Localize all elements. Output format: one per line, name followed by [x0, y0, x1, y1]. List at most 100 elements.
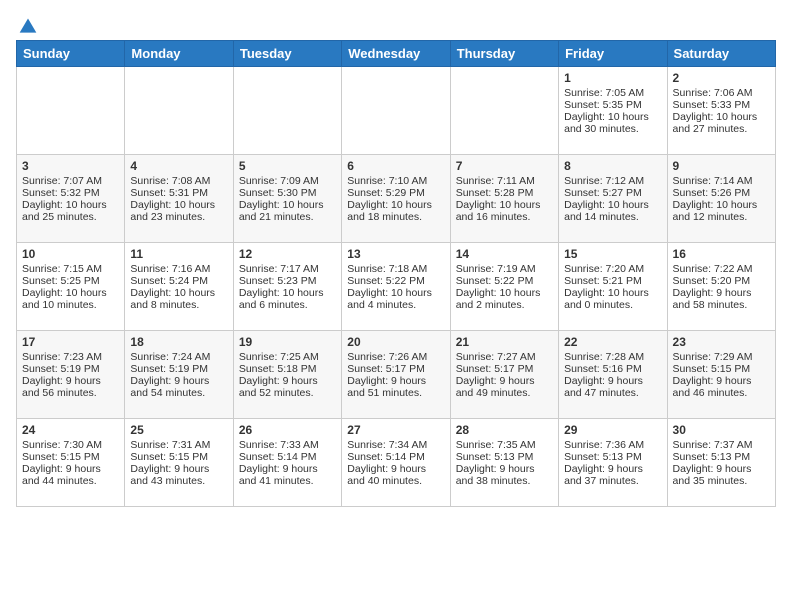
sunset-text: Sunset: 5:16 PM: [564, 363, 661, 375]
day-number: 21: [456, 335, 553, 349]
day-cell: 3 Sunrise: 7:07 AM Sunset: 5:32 PM Dayli…: [17, 155, 125, 243]
sunset-text: Sunset: 5:13 PM: [564, 451, 661, 463]
day-cell: [233, 67, 341, 155]
day-cell: 7 Sunrise: 7:11 AM Sunset: 5:28 PM Dayli…: [450, 155, 558, 243]
calendar-table: SundayMondayTuesdayWednesdayThursdayFrid…: [16, 40, 776, 507]
sunset-text: Sunset: 5:13 PM: [456, 451, 553, 463]
day-cell: 29 Sunrise: 7:36 AM Sunset: 5:13 PM Dayl…: [559, 419, 667, 507]
sunrise-text: Sunrise: 7:07 AM: [22, 175, 119, 187]
day-cell: 27 Sunrise: 7:34 AM Sunset: 5:14 PM Dayl…: [342, 419, 450, 507]
sunrise-text: Sunrise: 7:06 AM: [673, 87, 770, 99]
daylight-text: Daylight: 10 hours and 23 minutes.: [130, 199, 227, 223]
sunset-text: Sunset: 5:21 PM: [564, 275, 661, 287]
sunset-text: Sunset: 5:13 PM: [673, 451, 770, 463]
sunset-text: Sunset: 5:29 PM: [347, 187, 444, 199]
sunset-text: Sunset: 5:35 PM: [564, 99, 661, 111]
daylight-text: Daylight: 9 hours and 35 minutes.: [673, 463, 770, 487]
day-number: 5: [239, 159, 336, 173]
calendar-container: SundayMondayTuesdayWednesdayThursdayFrid…: [0, 0, 792, 517]
day-number: 3: [22, 159, 119, 173]
daylight-text: Daylight: 9 hours and 44 minutes.: [22, 463, 119, 487]
sunset-text: Sunset: 5:23 PM: [239, 275, 336, 287]
day-number: 11: [130, 247, 227, 261]
sunrise-text: Sunrise: 7:10 AM: [347, 175, 444, 187]
sunset-text: Sunset: 5:19 PM: [130, 363, 227, 375]
daylight-text: Daylight: 10 hours and 14 minutes.: [564, 199, 661, 223]
daylight-text: Daylight: 9 hours and 38 minutes.: [456, 463, 553, 487]
sunset-text: Sunset: 5:15 PM: [22, 451, 119, 463]
sunrise-text: Sunrise: 7:12 AM: [564, 175, 661, 187]
week-row-3: 10 Sunrise: 7:15 AM Sunset: 5:25 PM Dayl…: [17, 243, 776, 331]
header: [16, 16, 776, 32]
sunrise-text: Sunrise: 7:36 AM: [564, 439, 661, 451]
weekday-header-friday: Friday: [559, 41, 667, 67]
day-number: 8: [564, 159, 661, 173]
day-cell: 12 Sunrise: 7:17 AM Sunset: 5:23 PM Dayl…: [233, 243, 341, 331]
day-number: 24: [22, 423, 119, 437]
day-number: 23: [673, 335, 770, 349]
day-number: 12: [239, 247, 336, 261]
day-number: 2: [673, 71, 770, 85]
sunrise-text: Sunrise: 7:05 AM: [564, 87, 661, 99]
daylight-text: Daylight: 9 hours and 52 minutes.: [239, 375, 336, 399]
day-number: 30: [673, 423, 770, 437]
day-cell: 5 Sunrise: 7:09 AM Sunset: 5:30 PM Dayli…: [233, 155, 341, 243]
day-number: 7: [456, 159, 553, 173]
week-row-2: 3 Sunrise: 7:07 AM Sunset: 5:32 PM Dayli…: [17, 155, 776, 243]
day-number: 19: [239, 335, 336, 349]
day-cell: 14 Sunrise: 7:19 AM Sunset: 5:22 PM Dayl…: [450, 243, 558, 331]
daylight-text: Daylight: 9 hours and 37 minutes.: [564, 463, 661, 487]
day-number: 15: [564, 247, 661, 261]
sunset-text: Sunset: 5:17 PM: [456, 363, 553, 375]
day-number: 13: [347, 247, 444, 261]
sunset-text: Sunset: 5:30 PM: [239, 187, 336, 199]
sunrise-text: Sunrise: 7:30 AM: [22, 439, 119, 451]
daylight-text: Daylight: 10 hours and 30 minutes.: [564, 111, 661, 135]
weekday-header-row: SundayMondayTuesdayWednesdayThursdayFrid…: [17, 41, 776, 67]
sunrise-text: Sunrise: 7:27 AM: [456, 351, 553, 363]
weekday-header-monday: Monday: [125, 41, 233, 67]
daylight-text: Daylight: 10 hours and 21 minutes.: [239, 199, 336, 223]
week-row-1: 1 Sunrise: 7:05 AM Sunset: 5:35 PM Dayli…: [17, 67, 776, 155]
weekday-header-sunday: Sunday: [17, 41, 125, 67]
sunset-text: Sunset: 5:18 PM: [239, 363, 336, 375]
day-cell: 18 Sunrise: 7:24 AM Sunset: 5:19 PM Dayl…: [125, 331, 233, 419]
sunset-text: Sunset: 5:27 PM: [564, 187, 661, 199]
day-cell: 13 Sunrise: 7:18 AM Sunset: 5:22 PM Dayl…: [342, 243, 450, 331]
day-cell: 22 Sunrise: 7:28 AM Sunset: 5:16 PM Dayl…: [559, 331, 667, 419]
day-number: 4: [130, 159, 227, 173]
daylight-text: Daylight: 10 hours and 2 minutes.: [456, 287, 553, 311]
day-cell: 19 Sunrise: 7:25 AM Sunset: 5:18 PM Dayl…: [233, 331, 341, 419]
sunrise-text: Sunrise: 7:11 AM: [456, 175, 553, 187]
day-cell: 1 Sunrise: 7:05 AM Sunset: 5:35 PM Dayli…: [559, 67, 667, 155]
day-number: 1: [564, 71, 661, 85]
sunset-text: Sunset: 5:19 PM: [22, 363, 119, 375]
day-number: 22: [564, 335, 661, 349]
daylight-text: Daylight: 10 hours and 10 minutes.: [22, 287, 119, 311]
day-cell: 11 Sunrise: 7:16 AM Sunset: 5:24 PM Dayl…: [125, 243, 233, 331]
sunset-text: Sunset: 5:15 PM: [130, 451, 227, 463]
day-number: 14: [456, 247, 553, 261]
day-number: 17: [22, 335, 119, 349]
day-cell: 8 Sunrise: 7:12 AM Sunset: 5:27 PM Dayli…: [559, 155, 667, 243]
daylight-text: Daylight: 10 hours and 8 minutes.: [130, 287, 227, 311]
day-cell: 16 Sunrise: 7:22 AM Sunset: 5:20 PM Dayl…: [667, 243, 775, 331]
daylight-text: Daylight: 9 hours and 51 minutes.: [347, 375, 444, 399]
daylight-text: Daylight: 10 hours and 12 minutes.: [673, 199, 770, 223]
day-cell: 2 Sunrise: 7:06 AM Sunset: 5:33 PM Dayli…: [667, 67, 775, 155]
daylight-text: Daylight: 9 hours and 40 minutes.: [347, 463, 444, 487]
logo: [16, 16, 38, 32]
week-row-4: 17 Sunrise: 7:23 AM Sunset: 5:19 PM Dayl…: [17, 331, 776, 419]
day-cell: 4 Sunrise: 7:08 AM Sunset: 5:31 PM Dayli…: [125, 155, 233, 243]
sunrise-text: Sunrise: 7:19 AM: [456, 263, 553, 275]
daylight-text: Daylight: 9 hours and 56 minutes.: [22, 375, 119, 399]
sunset-text: Sunset: 5:33 PM: [673, 99, 770, 111]
day-cell: [125, 67, 233, 155]
daylight-text: Daylight: 10 hours and 16 minutes.: [456, 199, 553, 223]
day-cell: 21 Sunrise: 7:27 AM Sunset: 5:17 PM Dayl…: [450, 331, 558, 419]
day-cell: 25 Sunrise: 7:31 AM Sunset: 5:15 PM Dayl…: [125, 419, 233, 507]
sunset-text: Sunset: 5:20 PM: [673, 275, 770, 287]
daylight-text: Daylight: 9 hours and 46 minutes.: [673, 375, 770, 399]
daylight-text: Daylight: 9 hours and 49 minutes.: [456, 375, 553, 399]
sunrise-text: Sunrise: 7:09 AM: [239, 175, 336, 187]
